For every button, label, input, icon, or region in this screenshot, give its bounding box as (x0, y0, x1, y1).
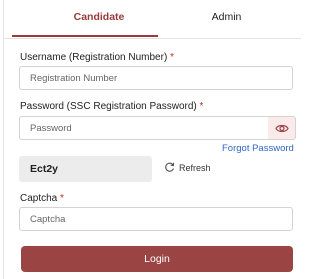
username-label: Username (Registration Number) * (20, 52, 174, 63)
tab-candidate[interactable]: Candidate (44, 11, 154, 23)
username-placeholder: Registration Number (30, 73, 118, 84)
captcha-label: Captcha * (20, 193, 64, 204)
captcha-label-text: Captcha (20, 193, 58, 204)
refresh-label: Refresh (179, 163, 211, 173)
tab-bar: Candidate Admin (4, 0, 301, 39)
password-placeholder: Password (30, 123, 72, 134)
password-label: Password (SSC Registration Password) * (20, 101, 203, 112)
show-password-button[interactable] (268, 116, 296, 140)
refresh-icon (165, 162, 175, 172)
captcha-placeholder: Captcha (30, 214, 66, 225)
forgot-password-link[interactable]: Forgot Password (222, 143, 294, 154)
active-tab-indicator (12, 35, 158, 37)
required-mark: * (170, 52, 174, 63)
captcha-input[interactable]: Captcha (19, 207, 293, 231)
login-panel: Candidate Admin Username (Registration N… (3, 0, 301, 279)
username-input[interactable]: Registration Number (19, 66, 293, 90)
password-label-text: Password (SSC Registration Password) (20, 101, 197, 112)
eye-icon (275, 124, 289, 133)
username-label-text: Username (Registration Number) (20, 52, 168, 63)
required-mark: * (60, 193, 64, 204)
tab-admin[interactable]: Admin (179, 11, 274, 23)
password-input[interactable]: Password (19, 116, 269, 140)
login-button[interactable]: Login (21, 246, 293, 272)
captcha-code: Ect2y (19, 156, 152, 182)
required-mark: * (199, 101, 204, 112)
